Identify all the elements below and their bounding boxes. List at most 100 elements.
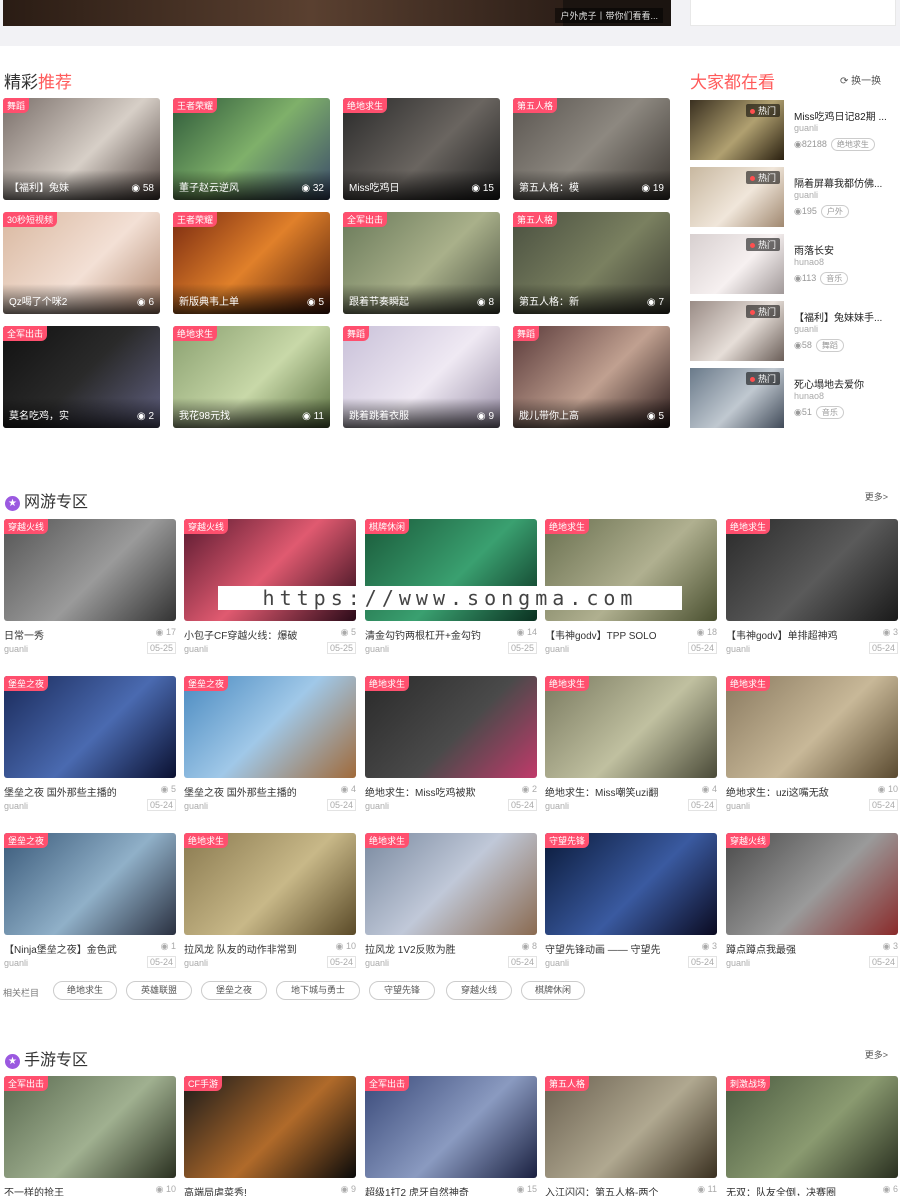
recommend-card[interactable]: 第五人格 第五人格：模 ◉ 19	[513, 98, 670, 200]
video-title[interactable]: 拉风龙 队友的动作非常到	[184, 941, 324, 956]
related-tag[interactable]: 穿越火线	[446, 981, 512, 1000]
video-card[interactable]: 守望先锋 守望先锋动画 —— 守望先 ◉ 3 guanli 05-24	[545, 833, 717, 973]
video-title[interactable]: 高端局虐菜秀!	[184, 1184, 324, 1196]
video-title[interactable]: 不一样的抢王	[4, 1184, 144, 1196]
hot-item[interactable]: 热门 Miss吃鸡日记82期 ... guanli ◉82188 绝地求生	[690, 100, 896, 160]
video-title[interactable]: 堡垒之夜 国外那些主播的	[184, 784, 324, 799]
video-thumbnail[interactable]: 全军出击	[4, 1076, 176, 1178]
video-title[interactable]: 绝地求生：Miss嘲笑uzi翻	[545, 784, 685, 799]
hot-thumbnail[interactable]: 热门	[690, 301, 784, 361]
related-tag[interactable]: 堡垒之夜	[201, 981, 267, 1000]
video-thumbnail[interactable]: 刺激战场	[726, 1076, 898, 1178]
hot-thumbnail[interactable]: 热门	[690, 368, 784, 428]
video-title[interactable]: 超级1打2 虎牙自然神奇	[365, 1184, 505, 1196]
recommend-card[interactable]: 舞蹈 跳着跳着衣服 ◉ 9	[343, 326, 500, 428]
video-card[interactable]: 穿越火线 蹲点蹲点我最强 ◉ 3 guanli 05-24	[726, 833, 898, 973]
category-pill[interactable]: 音乐	[820, 272, 849, 285]
video-thumbnail[interactable]: 绝地求生	[365, 833, 537, 935]
category-pill[interactable]: 户外	[820, 205, 849, 218]
recommend-card[interactable]: 30秒短视频 Qz喝了个咪2 ◉ 6	[3, 212, 160, 314]
video-card[interactable]: 堡垒之夜 堡垒之夜 国外那些主播的 ◉ 4 guanli 05-24	[184, 676, 356, 816]
video-thumbnail[interactable]: 绝地求生	[184, 833, 356, 935]
video-thumbnail[interactable]: 绝地求生	[726, 519, 898, 621]
recommend-card[interactable]: 王者荣耀 董子赵云逆风 ◉ 32	[173, 98, 330, 200]
eye-icon: ◉	[476, 297, 489, 308]
view-count: ◉ 2	[137, 411, 154, 422]
video-thumbnail[interactable]: 穿越火线	[726, 833, 898, 935]
hot-item[interactable]: 热门 死心塌地去爱你 hunao8 ◉51 音乐	[690, 368, 896, 428]
video-card[interactable]: 绝地求生 绝地求生：Miss吃鸡被欺 ◉ 2 guanli 05-24	[365, 676, 537, 816]
video-thumbnail[interactable]: 堡垒之夜	[4, 676, 176, 778]
video-card[interactable]: 绝地求生 绝地求生：uzi这嘴无敌 ◉ 10 guanli 05-24	[726, 676, 898, 816]
hot-item[interactable]: 热门 雨落长安 hunao8 ◉113 音乐	[690, 234, 896, 294]
video-card[interactable]: 刺激战场 无双：队友全倒，决赛圈 ◉ 6	[726, 1076, 898, 1196]
video-thumbnail[interactable]: 堡垒之夜	[4, 833, 176, 935]
hot-item[interactable]: 热门 隔着屏幕我都仿佛... guanli ◉195 户外	[690, 167, 896, 227]
video-card[interactable]: 穿越火线 日常一秀 ◉ 17 guanli 05-25	[4, 519, 176, 659]
video-thumbnail[interactable]: 绝地求生	[726, 676, 898, 778]
video-thumbnail[interactable]: 绝地求生	[365, 676, 537, 778]
video-card[interactable]: 全军出击 不一样的抢王 ◉ 10	[4, 1076, 176, 1196]
video-card[interactable]: 堡垒之夜 堡垒之夜 国外那些主播的 ◉ 5 guanli 05-24	[4, 676, 176, 816]
mobile-more-link[interactable]: 更多>	[865, 1048, 888, 1061]
video-card[interactable]: 第五人格 入江闪闪：第五人格-两个 ◉ 11	[545, 1076, 717, 1196]
recommend-card[interactable]: 王者荣耀 新版典韦上单 ◉ 5	[173, 212, 330, 314]
video-title[interactable]: 无双：队友全倒，决赛圈	[726, 1184, 866, 1196]
hot-item-title[interactable]: 雨落长安	[794, 242, 894, 257]
video-thumbnail[interactable]: 守望先锋	[545, 833, 717, 935]
video-card[interactable]: 绝地求生 绝地求生：Miss嘲笑uzi翻 ◉ 4 guanli 05-24	[545, 676, 717, 816]
recommend-card[interactable]: 绝地求生 Miss吃鸡日 ◉ 15	[343, 98, 500, 200]
video-card[interactable]: CF手游 高端局虐菜秀! ◉ 9	[184, 1076, 356, 1196]
swap-button[interactable]: ⟳ 换一换	[840, 72, 881, 87]
video-card[interactable]: 绝地求生 【韦神godv】单排超神鸡 ◉ 3 guanli 05-24	[726, 519, 898, 659]
recommend-card[interactable]: 全军出击 跟着节奏瞬起 ◉ 8	[343, 212, 500, 314]
hot-item-title[interactable]: 【福利】兔妹妹手...	[794, 309, 894, 324]
recommend-card[interactable]: 舞蹈 【福利】兔妹 ◉ 58	[3, 98, 160, 200]
video-title[interactable]: 【韦神godv】单排超神鸡	[726, 627, 866, 642]
video-thumbnail[interactable]: 全军出击	[365, 1076, 537, 1178]
video-title[interactable]: 守望先锋动画 —— 守望先	[545, 941, 685, 956]
video-card[interactable]: 绝地求生 拉风龙 队友的动作非常到 ◉ 10 guanli 05-24	[184, 833, 356, 973]
view-number: 5	[350, 627, 356, 637]
video-title[interactable]: 清金勾钓两根杠开+金勾钓	[365, 627, 505, 642]
category-pill[interactable]: 音乐	[815, 406, 844, 419]
video-card[interactable]: 绝地求生 拉风龙 1V2反败为胜 ◉ 8 guanli 05-24	[365, 833, 537, 973]
related-tag[interactable]: 英雄联盟	[126, 981, 192, 1000]
related-tag[interactable]: 地下城与勇士	[276, 981, 360, 1000]
hot-item[interactable]: 热门 【福利】兔妹妹手... guanli ◉58 舞蹈	[690, 301, 896, 361]
video-title[interactable]: 绝地求生：uzi这嘴无敌	[726, 784, 866, 799]
related-tag[interactable]: 棋牌休闲	[521, 981, 585, 1000]
video-title[interactable]: 入江闪闪：第五人格-两个	[545, 1184, 685, 1196]
related-tag[interactable]: 绝地求生	[53, 981, 117, 1000]
video-card[interactable]: 堡垒之夜 【Ninja堡垒之夜】金色武 ◉ 1 guanli 05-24	[4, 833, 176, 973]
video-title[interactable]: 小包子CF穿越火线：爆破	[184, 627, 324, 642]
video-title[interactable]: 日常一秀	[4, 627, 144, 642]
video-thumbnail[interactable]: 堡垒之夜	[184, 676, 356, 778]
recommend-card[interactable]: 舞蹈 胧儿带你上高 ◉ 5	[513, 326, 670, 428]
video-card[interactable]: 全军出击 超级1打2 虎牙自然神奇 ◉ 15	[365, 1076, 537, 1196]
hot-item-title[interactable]: 死心塌地去爱你	[794, 376, 894, 391]
recommend-card[interactable]: 第五人格 第五人格：新 ◉ 7	[513, 212, 670, 314]
video-title[interactable]: 堡垒之夜 国外那些主播的	[4, 784, 144, 799]
hot-thumbnail[interactable]: 热门	[690, 167, 784, 227]
related-tag[interactable]: 守望先锋	[369, 981, 435, 1000]
category-pill[interactable]: 舞蹈	[815, 339, 844, 352]
video-title[interactable]: 【韦神godv】TPP SOLO	[545, 627, 685, 642]
video-thumbnail[interactable]: 第五人格	[545, 1076, 717, 1178]
video-title[interactable]: 蹲点蹲点我最强	[726, 941, 866, 956]
recommend-card[interactable]: 绝地求生 我花98元找 ◉ 11	[173, 326, 330, 428]
video-thumbnail[interactable]: CF手游	[184, 1076, 356, 1178]
recommend-card[interactable]: 全军出击 莫名吃鸡，实 ◉ 2	[3, 326, 160, 428]
video-title[interactable]: 绝地求生：Miss吃鸡被欺	[365, 784, 505, 799]
video-thumbnail[interactable]: 穿越火线	[4, 519, 176, 621]
top-banner-video[interactable]: 户外虎子丨带你们看看...	[3, 0, 671, 26]
hot-thumbnail[interactable]: 热门	[690, 100, 784, 160]
hot-item-title[interactable]: 隔着屏幕我都仿佛...	[794, 175, 894, 190]
video-title[interactable]: 拉风龙 1V2反败为胜	[365, 941, 505, 956]
video-thumbnail[interactable]: 绝地求生	[545, 676, 717, 778]
category-pill[interactable]: 绝地求生	[830, 138, 875, 151]
hot-item-title[interactable]: Miss吃鸡日记82期 ...	[794, 108, 894, 123]
online-more-link[interactable]: 更多>	[865, 490, 888, 503]
hot-thumbnail[interactable]: 热门	[690, 234, 784, 294]
video-title[interactable]: 【Ninja堡垒之夜】金色武	[4, 941, 144, 956]
